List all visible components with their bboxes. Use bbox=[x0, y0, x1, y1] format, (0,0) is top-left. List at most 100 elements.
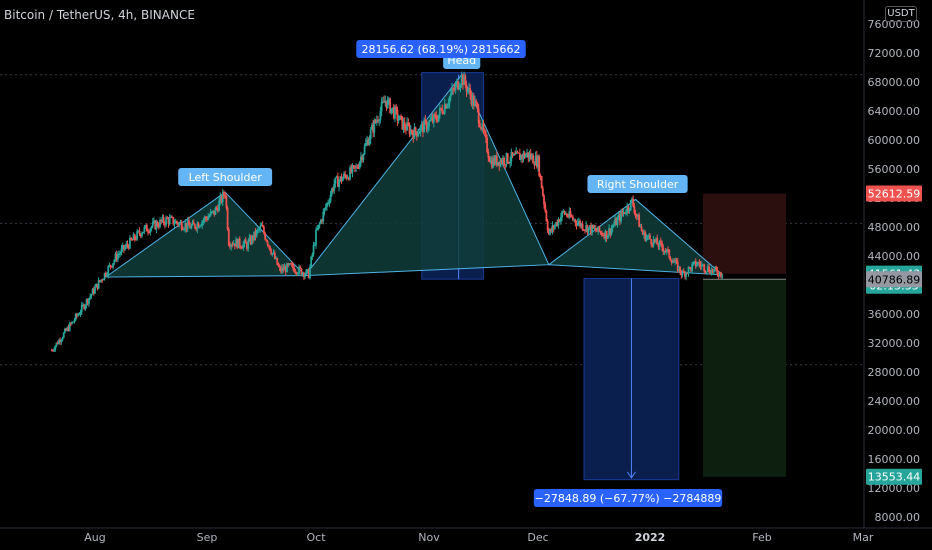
candle-body bbox=[113, 260, 116, 264]
candle-body bbox=[625, 212, 627, 214]
candle-body bbox=[668, 249, 671, 258]
candle-body bbox=[276, 257, 279, 265]
candle-body bbox=[238, 238, 241, 247]
price-badge-text: 52612.59 bbox=[868, 188, 921, 201]
candle-body bbox=[395, 107, 398, 110]
x-tick-label: Oct bbox=[306, 531, 326, 544]
price-axis[interactable]: 8000.0012000.0016000.0020000.0024000.002… bbox=[866, 18, 922, 524]
candle-body bbox=[305, 269, 308, 274]
y-tick-label: 68000.00 bbox=[868, 76, 921, 89]
candle-body bbox=[269, 245, 271, 251]
candle-body bbox=[145, 224, 148, 232]
candle-body bbox=[341, 178, 344, 182]
candle-body bbox=[632, 198, 635, 207]
candle-body bbox=[143, 227, 146, 232]
stop-loss-zone bbox=[702, 193, 786, 274]
candle-body bbox=[150, 226, 153, 229]
candle-body bbox=[592, 225, 595, 229]
candle-body bbox=[532, 155, 535, 164]
candle-body bbox=[423, 119, 426, 133]
candle-body bbox=[151, 221, 154, 227]
candle-body bbox=[344, 173, 347, 176]
candle-body bbox=[317, 224, 320, 230]
candle-body bbox=[207, 216, 210, 220]
candle-body bbox=[261, 225, 264, 227]
candle-body bbox=[544, 204, 547, 212]
y-tick-label: 48000.00 bbox=[868, 221, 921, 234]
candle-body bbox=[266, 241, 269, 245]
candle-body bbox=[265, 239, 268, 242]
candle-body bbox=[524, 154, 527, 158]
candle-body bbox=[124, 247, 127, 250]
candle-body bbox=[242, 243, 245, 249]
candle-body bbox=[226, 207, 229, 230]
candle-body bbox=[267, 244, 270, 246]
candle-body bbox=[259, 225, 262, 230]
candle-body bbox=[476, 103, 479, 109]
candle-body bbox=[136, 231, 139, 240]
candle-body bbox=[650, 239, 653, 245]
candle-body bbox=[54, 346, 57, 350]
candle-body bbox=[258, 229, 260, 231]
candle-body bbox=[244, 240, 247, 244]
candle-body bbox=[545, 211, 548, 222]
candle-body bbox=[386, 99, 389, 108]
candle-body bbox=[691, 264, 694, 271]
candle-body bbox=[553, 225, 556, 229]
candle-body bbox=[60, 340, 63, 343]
candle-body bbox=[606, 235, 609, 239]
candle-body bbox=[720, 272, 722, 277]
candle-body bbox=[333, 183, 336, 191]
x-tick-label: Mar bbox=[853, 531, 874, 544]
candle-body bbox=[610, 228, 613, 235]
candle-body bbox=[200, 225, 202, 227]
candle-body bbox=[172, 217, 175, 225]
candle-body bbox=[94, 287, 96, 294]
candle-body bbox=[569, 211, 572, 217]
candle-body bbox=[323, 208, 326, 212]
candle-body bbox=[464, 75, 467, 85]
price-chart[interactable]: Left ShoulderHeadRight Shoulder28156.62 … bbox=[0, 0, 932, 550]
candle-body bbox=[478, 123, 481, 128]
measure-bottom-label-text: −27848.89 (−67.77%) −2784889 bbox=[535, 492, 722, 505]
candle-body bbox=[126, 243, 129, 246]
y-tick-label: 8000.00 bbox=[875, 511, 921, 524]
candle-body bbox=[587, 227, 590, 233]
candle-body bbox=[112, 263, 114, 268]
candle-body bbox=[364, 142, 367, 146]
candle-body bbox=[428, 121, 430, 128]
candle-body bbox=[454, 84, 457, 90]
candle-body bbox=[329, 194, 332, 202]
candle-body bbox=[576, 222, 579, 226]
candle-body bbox=[611, 226, 614, 229]
candle-body bbox=[482, 123, 485, 132]
x-tick-label: Nov bbox=[418, 531, 440, 544]
candle-body bbox=[627, 206, 630, 211]
candle-body bbox=[594, 228, 597, 231]
y-tick-label: 24000.00 bbox=[868, 395, 921, 408]
candle-body bbox=[466, 89, 469, 92]
candle-body bbox=[84, 305, 87, 309]
candle-body bbox=[458, 87, 461, 90]
candle-body bbox=[546, 221, 549, 231]
candle-body bbox=[202, 220, 205, 222]
candle-body bbox=[447, 103, 450, 106]
currency-button[interactable]: USDT bbox=[885, 6, 917, 22]
candle-body bbox=[369, 129, 372, 139]
candle-body bbox=[448, 96, 451, 104]
candle-body bbox=[53, 349, 55, 351]
time-axis[interactable]: Aug Sep Oct Nov Dec 2022 Feb Mar bbox=[84, 531, 874, 544]
candle-body bbox=[485, 133, 487, 139]
candle-body bbox=[324, 207, 327, 209]
left-shoulder-label: Left Shoulder bbox=[178, 168, 273, 186]
candle-body bbox=[616, 218, 619, 226]
candle-body bbox=[487, 152, 490, 158]
candle-body bbox=[192, 222, 195, 225]
candle-body bbox=[390, 108, 393, 113]
candle-body bbox=[90, 294, 93, 297]
candle-body bbox=[574, 219, 577, 223]
candle-body bbox=[309, 266, 311, 279]
candle-body bbox=[483, 131, 486, 134]
candle-body bbox=[116, 254, 119, 260]
candle-body bbox=[509, 161, 512, 164]
